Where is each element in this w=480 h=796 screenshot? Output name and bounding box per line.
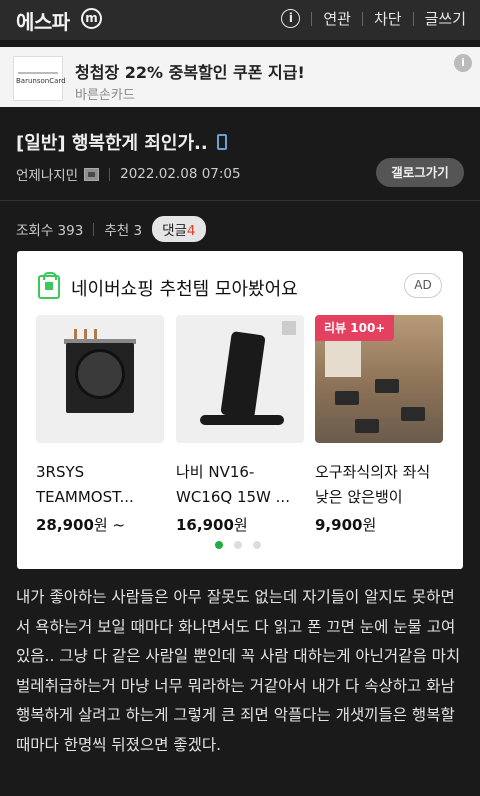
review-badge: 리뷰 100+ xyxy=(315,315,395,341)
ad-title[interactable]: 청첩장 22% 중복할인 쿠폰 지급! xyxy=(75,59,305,83)
chair-shape xyxy=(335,391,359,405)
product-name[interactable]: 3RSYS TEAMMOST... xyxy=(36,460,164,510)
nav-divider xyxy=(311,11,313,26)
product-image-cpu-cooler[interactable] xyxy=(36,315,164,443)
comment-label: 댓글 xyxy=(162,223,187,239)
product-name[interactable]: 나비 NV16-WC16Q 15W ... xyxy=(176,460,304,510)
chair-shape xyxy=(401,407,425,421)
stats-divider xyxy=(93,222,95,236)
comment-count: 4 xyxy=(186,223,196,239)
shopping-title[interactable]: 네이버쇼핑 추천템 모아봤어요 xyxy=(71,275,298,301)
post-datetime: 2022.02.08 07:05 xyxy=(120,166,241,182)
site-name[interactable]: 에스파 xyxy=(16,6,70,35)
price-value: 9,900 xyxy=(315,516,363,534)
carousel-dot-1[interactable] xyxy=(215,541,223,549)
author-row: 언제나지민 2022.02.08 07:05 xyxy=(16,164,241,184)
comment-button[interactable]: 댓글4 xyxy=(152,216,206,242)
info-icon[interactable]: i xyxy=(281,9,301,28)
product-name[interactable]: 오구좌식의자 좌식 낮은 앉은뱅이 xyxy=(315,460,443,510)
post-body: 내가 좋아하는 사람들은 아무 잘못도 없는데 자기들이 알지도 못하면서 욕하… xyxy=(16,588,461,754)
product-card[interactable]: 리뷰 100+ 오구좌식의자 좌식 낮은 앉은뱅이 9,900원 xyxy=(315,315,443,535)
nav-divider xyxy=(412,11,414,26)
post-title: [일반] 행복한게 죄인가.. xyxy=(16,129,227,155)
post-stats: 조회수 393 추천 3 댓글4 xyxy=(16,216,206,242)
shopping-ad-card: 네이버쇼핑 추천템 모아봤어요 AD 3RSYS TEAMMOST... 28,… xyxy=(17,251,463,569)
author-name[interactable]: 언제나지민 xyxy=(16,164,78,184)
meta-divider xyxy=(109,167,111,181)
post-title-text: [일반] 행복한게 죄인가.. xyxy=(16,133,208,154)
cooler-fan-shape xyxy=(75,349,125,399)
gallery-logo-icon[interactable]: m xyxy=(81,8,102,29)
ad-advertiser: 바른손카드 xyxy=(75,88,135,103)
top-bar: 에스파 m i 연관 차단 글쓰기 xyxy=(0,0,480,40)
brand-mark-icon xyxy=(282,321,296,335)
carousel-dot-3[interactable] xyxy=(253,541,261,549)
recommend-count: 추천 3 xyxy=(104,223,143,239)
product-price: 28,900원 ~ xyxy=(36,514,164,535)
nav-block-link[interactable]: 차단 xyxy=(374,8,402,29)
product-image-floor-chair[interactable]: 리뷰 100+ xyxy=(315,315,443,443)
advertiser-logo: BarunsonCard xyxy=(13,56,66,101)
nav-related-link[interactable]: 연관 xyxy=(323,8,351,29)
user-level-icon xyxy=(84,167,100,181)
price-suffix: 원 xyxy=(362,516,377,534)
view-count: 조회수 393 xyxy=(16,223,84,239)
carousel-pagination xyxy=(215,541,272,549)
chair-shape xyxy=(355,419,379,433)
product-price: 9,900원 xyxy=(315,514,443,535)
product-price: 16,900원 xyxy=(176,514,304,535)
price-value: 28,900 xyxy=(36,516,94,534)
price-suffix: 원 ~ xyxy=(93,516,126,534)
nav-write-link[interactable]: 글쓰기 xyxy=(425,8,466,29)
charger-base-shape xyxy=(200,415,284,425)
product-card[interactable]: 나비 NV16-WC16Q 15W ... 16,900원 xyxy=(176,315,304,535)
price-suffix: 원 xyxy=(233,516,248,534)
price-value: 16,900 xyxy=(176,516,234,534)
mobile-icon xyxy=(216,134,227,150)
chair-shape xyxy=(375,379,399,393)
advertiser-logo-text: BarunsonCard xyxy=(16,77,66,85)
top-nav: i 연관 차단 글쓰기 xyxy=(281,8,466,29)
logo-stripe xyxy=(18,72,58,74)
product-image-wireless-charger[interactable] xyxy=(176,315,304,443)
nav-divider xyxy=(361,11,363,26)
charger-stand-shape xyxy=(220,331,266,419)
naver-shopping-bag-icon xyxy=(38,272,60,299)
header-divider xyxy=(0,200,480,201)
room-window-shape xyxy=(325,337,361,377)
ad-info-icon[interactable]: i xyxy=(454,54,472,72)
carousel-dot-2[interactable] xyxy=(234,541,242,549)
gallog-button[interactable]: 갤로그가기 xyxy=(376,158,464,187)
product-card[interactable]: 3RSYS TEAMMOST... 28,900원 ~ xyxy=(36,315,164,535)
ad-badge[interactable]: AD xyxy=(404,273,442,298)
ad-banner[interactable]: BarunsonCard 청첩장 22% 중복할인 쿠폰 지급! 바른손카드 i xyxy=(0,47,480,107)
